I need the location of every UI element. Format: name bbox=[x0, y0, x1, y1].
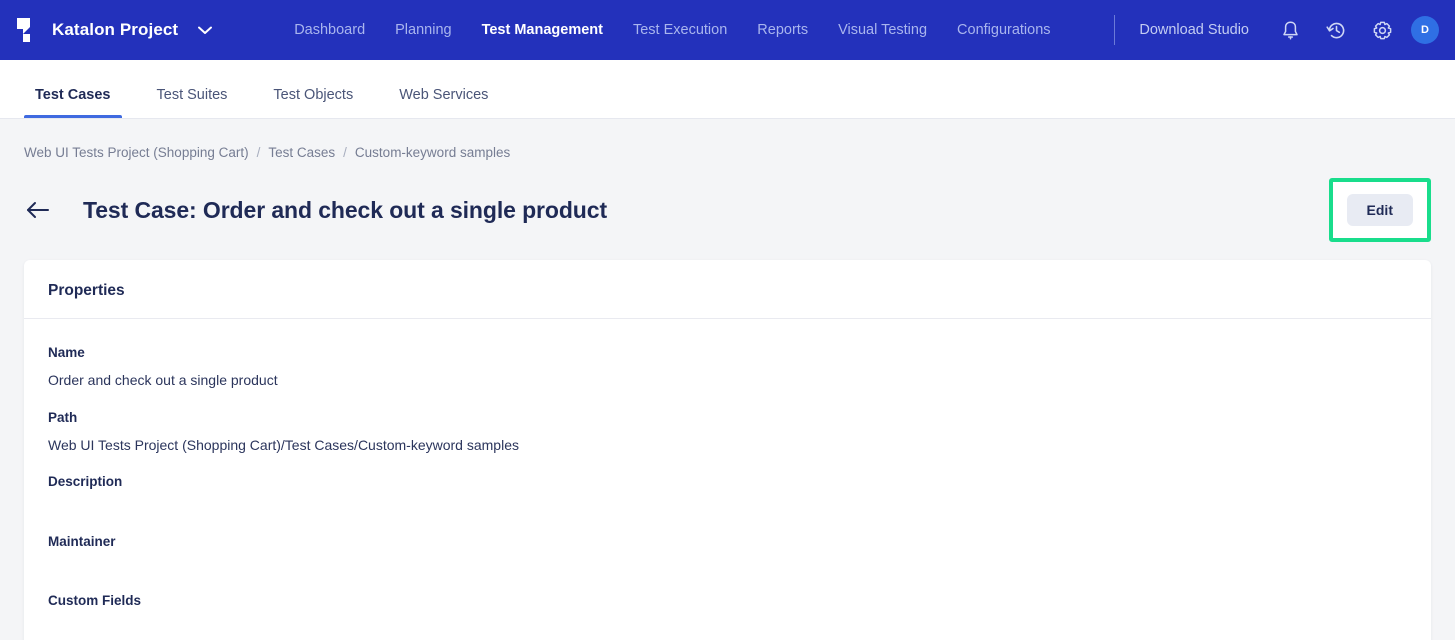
field-value-custom-fields bbox=[48, 620, 1407, 632]
nav-item-configurations[interactable]: Configurations bbox=[957, 23, 1051, 38]
avatar[interactable]: D bbox=[1411, 16, 1439, 44]
field-description: Description bbox=[48, 474, 1407, 513]
properties-card: Properties Name Order and check out a si… bbox=[24, 260, 1431, 640]
properties-card-header: Properties bbox=[24, 260, 1431, 319]
brand-block[interactable]: Katalon Project bbox=[14, 16, 216, 44]
edit-button-highlight: Edit bbox=[1329, 178, 1431, 242]
nav-item-planning[interactable]: Planning bbox=[395, 23, 451, 38]
field-value-description bbox=[48, 502, 1407, 514]
bell-icon[interactable] bbox=[1273, 13, 1307, 47]
edit-button[interactable]: Edit bbox=[1347, 194, 1413, 226]
field-value-maintainer bbox=[48, 561, 1407, 573]
field-label-maintainer: Maintainer bbox=[48, 534, 1407, 550]
breadcrumb-separator: / bbox=[257, 145, 261, 160]
chevron-down-icon[interactable] bbox=[194, 19, 216, 41]
download-studio-link[interactable]: Download Studio bbox=[1139, 22, 1249, 38]
top-navigation-bar: Katalon Project Dashboard Planning Test … bbox=[0, 0, 1455, 60]
properties-card-body: Name Order and check out a single produc… bbox=[24, 319, 1431, 632]
properties-title: Properties bbox=[48, 282, 1407, 300]
breadcrumb-item-custom-keyword-samples[interactable]: Custom-keyword samples bbox=[355, 145, 510, 160]
gear-icon[interactable] bbox=[1365, 13, 1399, 47]
nav-item-test-management[interactable]: Test Management bbox=[482, 23, 603, 38]
breadcrumb-separator: / bbox=[343, 145, 347, 160]
field-value-name: Order and check out a single product bbox=[48, 372, 1407, 390]
page-content: Web UI Tests Project (Shopping Cart) / T… bbox=[0, 119, 1455, 640]
page-title: Test Case: Order and check out a single … bbox=[83, 197, 607, 224]
breadcrumb-item-test-cases[interactable]: Test Cases bbox=[268, 145, 335, 160]
page-header-row: Test Case: Order and check out a single … bbox=[24, 178, 1431, 242]
tab-web-services[interactable]: Web Services bbox=[388, 88, 499, 119]
field-name: Name Order and check out a single produc… bbox=[48, 345, 1407, 390]
main-navigation: Dashboard Planning Test Management Test … bbox=[294, 23, 1050, 38]
nav-item-test-execution[interactable]: Test Execution bbox=[633, 23, 727, 38]
brand-name: Katalon Project bbox=[52, 20, 178, 40]
tab-test-objects[interactable]: Test Objects bbox=[262, 88, 364, 119]
field-label-description: Description bbox=[48, 474, 1407, 490]
top-bar-divider bbox=[1114, 15, 1115, 45]
nav-item-visual-testing[interactable]: Visual Testing bbox=[838, 23, 927, 38]
katalon-logo-icon bbox=[14, 16, 40, 44]
field-value-path: Web UI Tests Project (Shopping Cart)/Tes… bbox=[48, 437, 1407, 455]
tab-test-cases[interactable]: Test Cases bbox=[24, 88, 122, 119]
nav-item-reports[interactable]: Reports bbox=[757, 23, 808, 38]
breadcrumb-item-project[interactable]: Web UI Tests Project (Shopping Cart) bbox=[24, 145, 249, 160]
arrow-left-icon[interactable] bbox=[24, 196, 52, 224]
field-path: Path Web UI Tests Project (Shopping Cart… bbox=[48, 410, 1407, 455]
sub-tab-bar: Test Cases Test Suites Test Objects Web … bbox=[0, 60, 1455, 119]
field-label-path: Path bbox=[48, 410, 1407, 426]
breadcrumb: Web UI Tests Project (Shopping Cart) / T… bbox=[24, 119, 1431, 160]
field-custom-fields: Custom Fields bbox=[48, 593, 1407, 632]
history-clock-icon[interactable] bbox=[1319, 13, 1353, 47]
nav-item-dashboard[interactable]: Dashboard bbox=[294, 23, 365, 38]
field-label-name: Name bbox=[48, 345, 1407, 361]
tab-test-suites[interactable]: Test Suites bbox=[146, 88, 239, 119]
top-bar-actions: Download Studio D bbox=[1114, 13, 1439, 47]
field-maintainer: Maintainer bbox=[48, 534, 1407, 573]
field-label-custom-fields: Custom Fields bbox=[48, 593, 1407, 609]
